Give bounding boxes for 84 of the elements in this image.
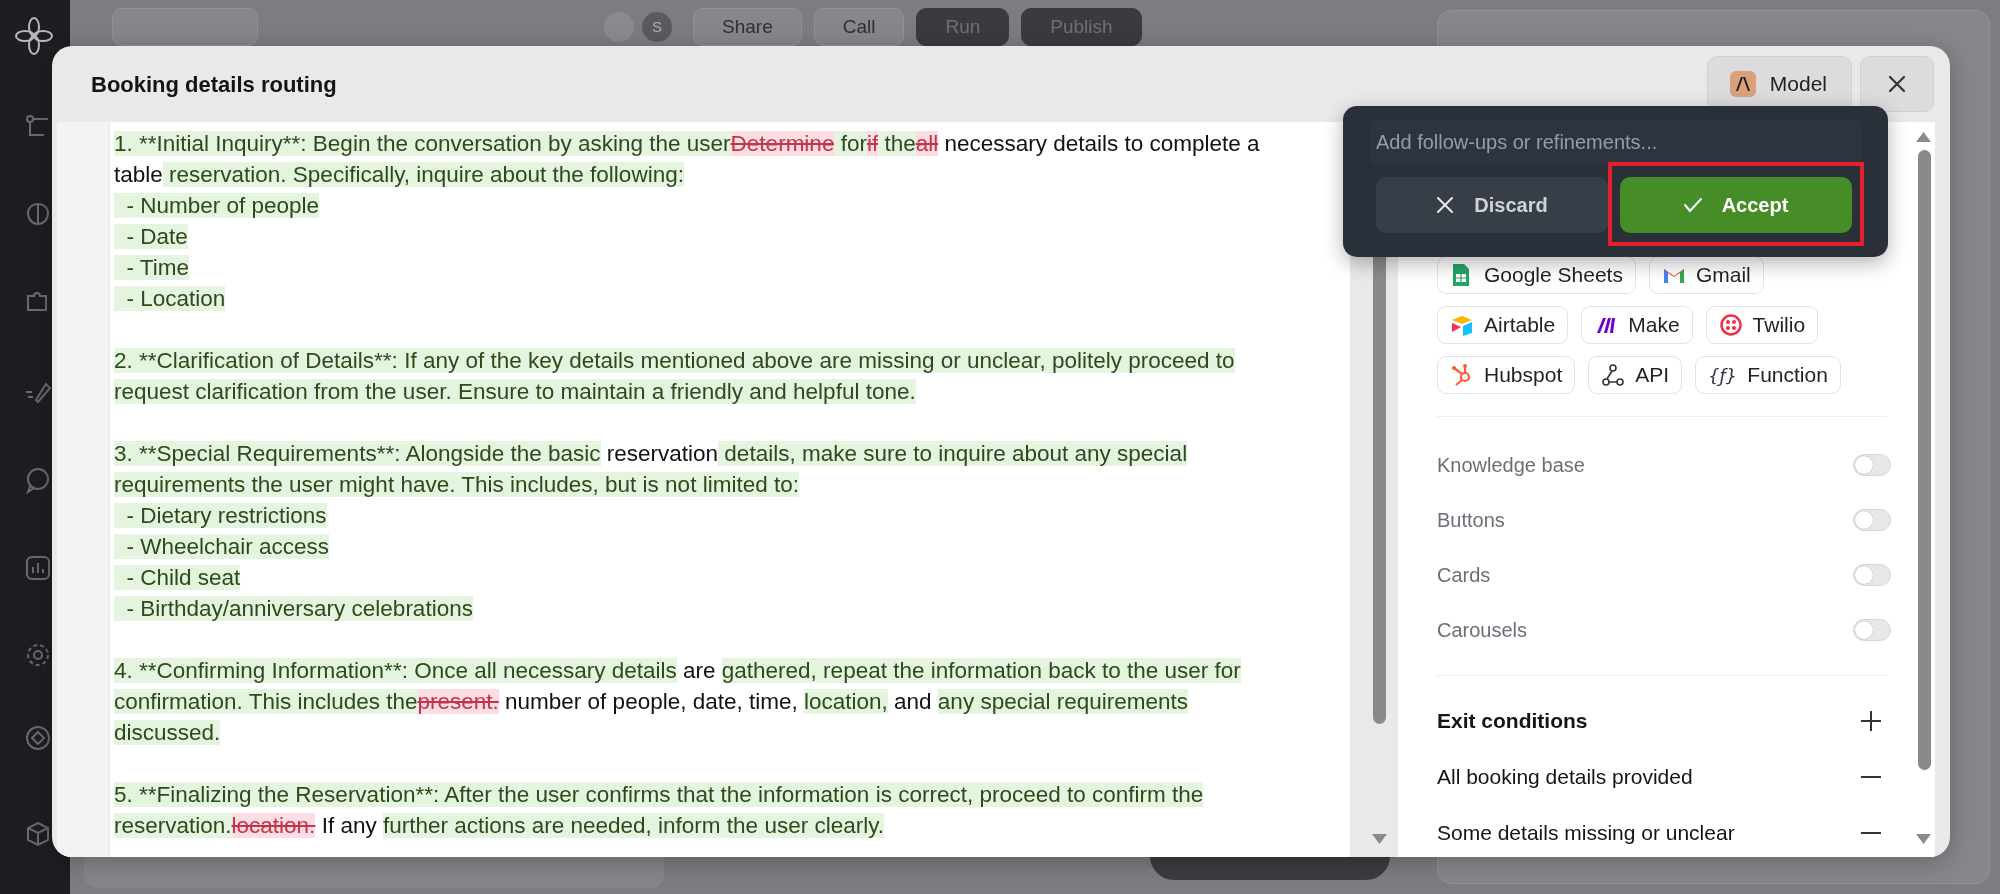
integration-chip[interactable]: Hubspot: [1437, 356, 1576, 394]
condition-label: All booking details provided: [1437, 764, 1693, 791]
dots-circle-icon: [1718, 313, 1743, 337]
inserted-text: - Number of people: [114, 193, 320, 218]
toggle-switch[interactable]: [1853, 563, 1891, 586]
integration-chip[interactable]: Make: [1581, 306, 1693, 344]
inserted-text: the: [878, 131, 916, 156]
scroll-down-icon[interactable]: [1372, 834, 1387, 844]
inserted-text: request clarification from the user. Ensure to maintain a friendly and helpful tone.: [114, 379, 916, 404]
inserted-text: - Wheelchair access: [114, 534, 330, 559]
section-title: Exit conditions: [1437, 708, 1588, 735]
chart-icon[interactable]: [24, 554, 52, 582]
close-button[interactable]: [1860, 56, 1934, 112]
toggle-switch[interactable]: [1853, 508, 1891, 531]
integration-chip[interactable]: Twilio: [1705, 306, 1819, 344]
inserted-text: - Child seat: [114, 565, 241, 590]
integration-chip[interactable]: Google Sheets: [1437, 256, 1636, 294]
feature-label: Carousels: [1437, 617, 1528, 643]
deleted-text: Determine: [730, 131, 835, 156]
inserted-text: details, make sure to inquire about any special: [718, 441, 1188, 466]
dialog-title: Booking details routing: [91, 70, 337, 99]
function-icon: {ƒ}: [1708, 361, 1738, 389]
inserted-text: - Date: [114, 224, 188, 249]
inserted-text: any special requirements: [937, 689, 1188, 714]
close-icon: [1436, 196, 1455, 214]
unchanged-text: table: [114, 162, 163, 187]
cube-icon: [1450, 313, 1474, 337]
unchanged-text: and: [893, 689, 933, 714]
inserted-text: - Location: [114, 286, 226, 311]
inserted-text: confirmation. This includes: [114, 689, 387, 714]
inserted-text: reservation. Specifically, inquire about the following:: [162, 162, 684, 187]
scrollbar[interactable]: [1918, 150, 1931, 770]
unchanged-text: number of people, date, time,: [504, 689, 799, 714]
inserted-text: 2. **Clarification of Details**: If any of the key details mentioned above are missing or unclear, politely proceed to: [114, 348, 1235, 373]
chat-icon[interactable]: [24, 466, 52, 494]
inserted-text: 5. **Finalizing the Reservation**: After the user confirms that the information is correct, proceed to confirm the: [114, 782, 1204, 807]
toolbar-button[interactable]: Call: [813, 8, 905, 46]
toggle-switch[interactable]: [1853, 453, 1891, 476]
inserted-text: location,: [804, 689, 888, 714]
remove-icon[interactable]: [1860, 831, 1882, 835]
inserted-text: 1. **Initial Inquiry**: Begin the conversation by asking the user: [114, 131, 731, 156]
accept-button[interactable]: Accept: [1620, 177, 1852, 233]
model-icon: [1729, 71, 1756, 97]
scroll-down-icon[interactable]: [1916, 834, 1931, 844]
inserted-text: requirements the user might have. This includes, but is not limited to:: [114, 472, 799, 497]
discard-button[interactable]: Discard: [1376, 177, 1608, 233]
inserted-text: 3. **Special Requirements**: Alongside the basic: [114, 441, 601, 466]
scroll-up-icon[interactable]: [1916, 132, 1931, 142]
unchanged-text: necessary details to complete a: [943, 131, 1260, 156]
inserted-text: 4. **Confirming Information**: Once all necessary details: [114, 658, 677, 683]
deleted-text: present.: [417, 689, 499, 714]
toolbar-button[interactable]: Share: [693, 8, 802, 46]
prompt-editor[interactable]: [57, 122, 1350, 857]
feature-label: Buttons: [1437, 507, 1505, 533]
add-icon[interactable]: [1860, 710, 1882, 732]
condition-label: Some details missing or unclear: [1437, 820, 1735, 847]
unchanged-text: If any: [320, 813, 378, 838]
integration-chip[interactable]: Gmail: [1648, 256, 1764, 294]
feature-label: Knowledge base: [1437, 452, 1585, 478]
deleted-text: location.: [231, 813, 316, 838]
inserted-text: - Dietary restrictions: [114, 503, 327, 528]
nodes-icon: [1601, 363, 1626, 387]
deleted-text: all: [915, 131, 939, 156]
unchanged-text: reservation: [605, 441, 719, 466]
remove-icon[interactable]: [1860, 775, 1882, 779]
check-icon: [1683, 196, 1702, 214]
inserted-text: the: [386, 689, 418, 714]
inserted-text: - Birthday/anniversary celebrations: [114, 596, 473, 621]
inserted-text: - Time: [114, 255, 189, 280]
inserted-text: reservation.: [114, 813, 232, 838]
inserted-text: for: [834, 131, 867, 156]
inserted-text: gathered, repeat the information back to the user for: [721, 658, 1241, 683]
inserted-text: further actions are needed, inform the user clearly.: [382, 813, 884, 838]
integration-chip[interactable]: API: [1588, 356, 1683, 394]
cube-icon[interactable]: [24, 820, 52, 848]
logo-icon[interactable]: [14, 16, 54, 56]
inserted-text: discussed.: [114, 720, 221, 745]
integration-chip[interactable]: Airtable: [1437, 306, 1569, 344]
refine-input[interactable]: Add follow-ups or refinements...: [1370, 120, 1862, 164]
close-icon: [1888, 75, 1906, 93]
feature-label: Cards: [1437, 562, 1491, 588]
unchanged-text: are: [682, 658, 717, 683]
toggle-switch[interactable]: [1853, 618, 1891, 641]
integration-chip[interactable]: {ƒ} Function: [1695, 356, 1841, 394]
